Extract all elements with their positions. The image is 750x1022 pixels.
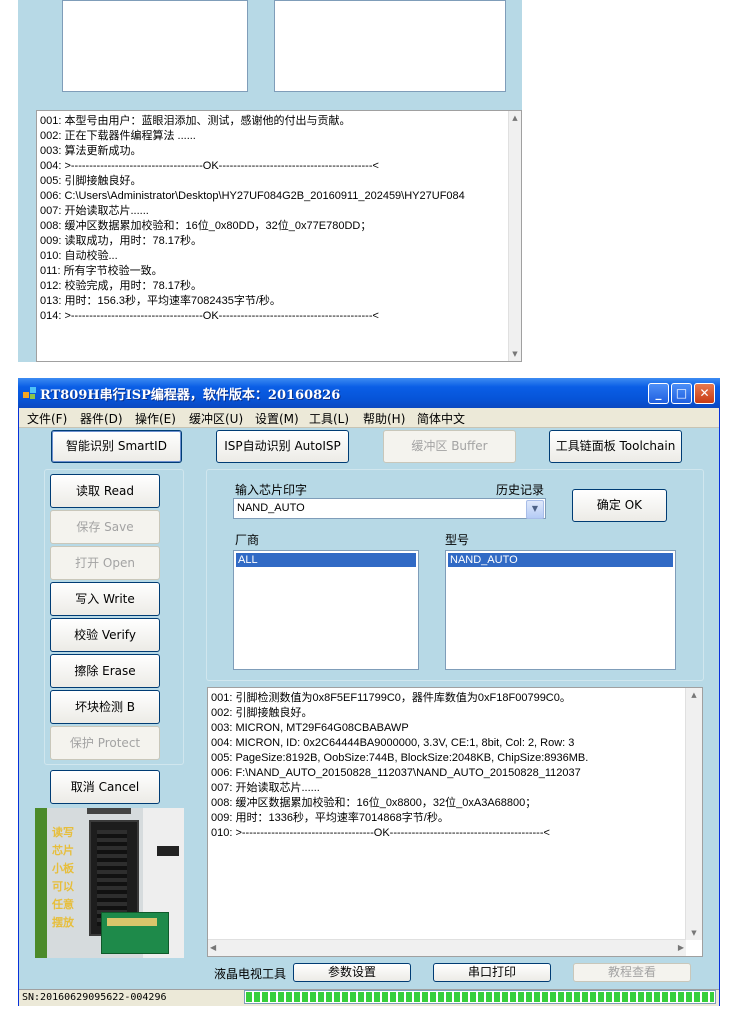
write-button[interactable]: 写入 Write: [50, 582, 160, 616]
model-list[interactable]: NAND_AUTO: [445, 550, 676, 670]
log-line: 011: 所有字节校验一致。: [40, 265, 163, 277]
vendor-list-item[interactable]: ALL: [236, 553, 416, 567]
menu-device[interactable]: 器件(D): [80, 410, 123, 427]
menu-help[interactable]: 帮助(H): [363, 410, 405, 427]
bad-block-button[interactable]: 坏块检测 B: [50, 690, 160, 724]
log-lines: 001: 引脚检测数值为0x8F5EF11799C0，器件库数值为0xF18F0…: [211, 691, 682, 841]
lcd-tools-label: 液晶电视工具: [214, 967, 287, 981]
vendor-list[interactable]: ALL: [233, 550, 419, 670]
menu-settings[interactable]: 设置(M): [255, 410, 299, 427]
erase-button[interactable]: 擦除 Erase: [50, 654, 160, 688]
background-vendor-list: [62, 0, 248, 92]
verify-button[interactable]: 校验 Verify: [50, 618, 160, 652]
scroll-down-icon[interactable]: ▼: [509, 347, 521, 361]
log-line: 005: PageSize:8192B, OobSize:744B, Block…: [211, 752, 589, 764]
params-button[interactable]: 参数设置: [293, 963, 411, 982]
background-log-panel: 001: 本型号由用户：蓝眼泪添加、测试，感谢他的付出与贡献。 002: 正在下载…: [36, 110, 522, 362]
cancel-button[interactable]: 取消 Cancel: [50, 770, 160, 804]
chip-marking-value: NAND_AUTO: [237, 502, 305, 514]
chip-marking-label: 输入芯片印字: [235, 483, 308, 497]
menu-operation[interactable]: 操作(E): [135, 410, 176, 427]
log-line: 004: MICRON, ID: 0x2C64444BA9000000, 3.3…: [211, 737, 575, 749]
chevron-down-icon[interactable]: ▼: [526, 500, 544, 519]
toolchain-button[interactable]: 工具链面板 Toolchain: [549, 430, 682, 463]
log-line: 001: 引脚检测数值为0x8F5EF11799C0，器件库数值为0xF18F0…: [211, 692, 571, 704]
log-line: 013: 用时：156.3秒，平均速率7082435字节/秒。: [40, 295, 281, 307]
scroll-up-icon[interactable]: ▲: [509, 111, 521, 125]
scroll-right-icon[interactable]: ▶: [678, 940, 684, 956]
log-line: 014: >----------------------------------…: [40, 310, 379, 322]
photo-caption-5: 任意: [52, 898, 74, 911]
log-line: 007: 开始读取芯片......: [40, 205, 149, 217]
app-icon: [23, 387, 36, 399]
open-button[interactable]: 打开 Open: [50, 546, 160, 580]
save-button[interactable]: 保存 Save: [50, 510, 160, 544]
ok-button[interactable]: 确定 OK: [572, 489, 667, 522]
tutorial-button[interactable]: 教程查看: [573, 963, 691, 982]
log-line: 010: 自动校验...: [40, 250, 118, 262]
log-line: 009: 用时：1336秒，平均速率7014868字节/秒。: [211, 812, 449, 824]
log-line: 007: 开始读取芯片......: [211, 782, 320, 794]
log-line: 002: 引脚接触良好。: [211, 707, 313, 719]
serial-number: SN:20160629095622-004296: [22, 992, 167, 1003]
model-label: 型号: [445, 533, 470, 547]
log-line: 009: 读取成功，用时：78.17秒。: [40, 235, 202, 247]
log-line: 003: MICRON, MT29F64G08CBABAWP: [211, 722, 409, 734]
log-vertical-scrollbar[interactable]: ▲ ▼: [685, 688, 702, 940]
log-line: 005: 引脚接触良好。: [40, 175, 142, 187]
vendor-label: 厂商: [235, 533, 260, 547]
log-line: 012: 校验完成，用时：78.17秒。: [40, 280, 202, 292]
log-line: 004: >----------------------------------…: [40, 160, 379, 172]
photo-caption-1: 读写: [52, 826, 74, 839]
device-photo: 读写 芯片 小板 可以 任意 摆放: [35, 808, 184, 958]
close-icon[interactable]: ✕: [694, 383, 715, 404]
model-list-item[interactable]: NAND_AUTO: [448, 553, 673, 567]
log-line: 001: 本型号由用户：蓝眼泪添加、测试，感谢他的付出与贡献。: [40, 115, 351, 127]
log-line: 008: 缓冲区数据累加校验和：16位_0x80DD，32位_0x77E780D…: [40, 220, 372, 232]
progress-bar: [244, 990, 716, 1004]
protect-button[interactable]: 保护 Protect: [50, 726, 160, 760]
serial-print-button[interactable]: 串口打印: [433, 963, 551, 982]
photo-caption-3: 小板: [52, 862, 74, 875]
smart-id-button[interactable]: 智能识别 SmartID: [51, 430, 182, 463]
history-label: 历史记录: [496, 483, 545, 497]
window-title: RT809H串行ISP编程器，软件版本：20160826: [40, 388, 341, 403]
log-line: 006: C:\Users\Administrator\Desktop\HY27…: [40, 190, 465, 202]
scroll-left-icon[interactable]: ◀: [210, 940, 216, 956]
maximize-icon[interactable]: □: [671, 383, 692, 404]
buffer-button[interactable]: 缓冲区 Buffer: [383, 430, 516, 463]
scroll-up-icon[interactable]: ▲: [686, 688, 702, 702]
photo-caption-6: 摆放: [52, 916, 74, 929]
log-panel: 001: 引脚检测数值为0x8F5EF11799C0，器件库数值为0xF18F0…: [207, 687, 703, 957]
chip-marking-input[interactable]: NAND_AUTO ▼: [233, 498, 546, 519]
photo-caption-2: 芯片: [52, 844, 74, 857]
log-horizontal-scrollbar[interactable]: ◀ ▶: [208, 939, 686, 956]
auto-isp-button[interactable]: ISP自动识别 AutoISP: [216, 430, 349, 463]
background-log-lines: 001: 本型号由用户：蓝眼泪添加、测试，感谢他的付出与贡献。 002: 正在下载…: [40, 114, 507, 324]
scroll-down-icon[interactable]: ▼: [686, 926, 702, 940]
background-log-scrollbar[interactable]: ▲ ▼: [508, 111, 521, 361]
background-model-list: [274, 0, 506, 92]
log-line: 006: F:\NAND_AUTO_20150828_112037\NAND_A…: [211, 767, 581, 779]
menu-language[interactable]: 简体中文: [417, 410, 465, 427]
menu-bar: 文件(F) 器件(D) 操作(E) 缓冲区(U) 设置(M) 工具(L) 帮助(…: [19, 408, 719, 428]
progress-fill: [246, 992, 714, 1002]
log-line: 010: >----------------------------------…: [211, 827, 550, 839]
read-button[interactable]: 读取 Read: [50, 474, 160, 508]
menu-tools[interactable]: 工具(L): [309, 410, 349, 427]
log-line: 002: 正在下载器件编程算法 ......: [40, 130, 196, 142]
log-line: 008: 缓冲区数据累加校验和：16位_0x8800，32位_0xA3A6880…: [211, 797, 537, 809]
menu-file[interactable]: 文件(F): [27, 410, 67, 427]
minimize-icon[interactable]: _: [648, 383, 669, 404]
photo-caption-4: 可以: [52, 880, 74, 893]
log-line: 003: 算法更新成功。: [40, 145, 142, 157]
menu-buffer[interactable]: 缓冲区(U): [189, 410, 243, 427]
